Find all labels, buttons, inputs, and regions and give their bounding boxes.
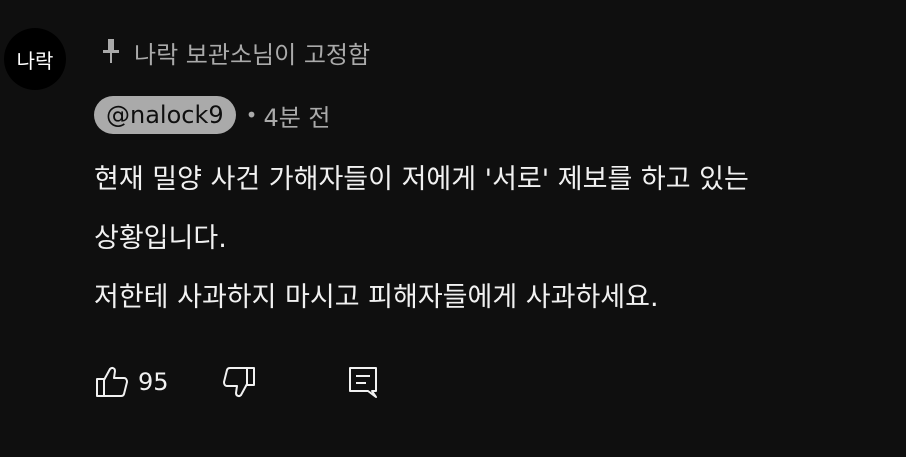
pinned-label: 나락 보관소님이 고정함: [134, 40, 371, 69]
comment-line: 상황입니다.: [94, 223, 227, 254]
pinned-indicator: 나락 보관소님이 고정함: [100, 32, 370, 72]
comment-line: 현재 밀양 사건 가해자들이 저에게 '서로' 제보를 하고 있는: [94, 164, 749, 195]
comment-timestamp[interactable]: 4분 전: [263, 98, 330, 133]
author-name-chip[interactable]: @nalock9: [94, 96, 236, 134]
like-count: 95: [138, 368, 169, 396]
avatar-text: 나락: [16, 48, 54, 73]
dislike-button[interactable]: [221, 364, 257, 400]
separator-dot: •: [245, 103, 258, 127]
reply-button[interactable]: [345, 364, 381, 400]
thumbs-down-icon: [221, 364, 257, 400]
pin-icon: [100, 37, 122, 67]
comment-header: @nalock9 • 4분 전: [94, 95, 331, 135]
avatar[interactable]: 나락: [4, 28, 66, 90]
reply-icon: [345, 364, 381, 400]
comment-actions: 95: [94, 358, 381, 406]
comment-line: 저한테 사과하지 마시고 피해자들에게 사과하세요.: [94, 282, 659, 313]
thumbs-up-icon: [94, 364, 130, 400]
comment-text: 현재 밀양 사건 가해자들이 저에게 '서로' 제보를 하고 있는 상황입니다.…: [94, 150, 894, 327]
like-button[interactable]: 95: [94, 364, 169, 400]
